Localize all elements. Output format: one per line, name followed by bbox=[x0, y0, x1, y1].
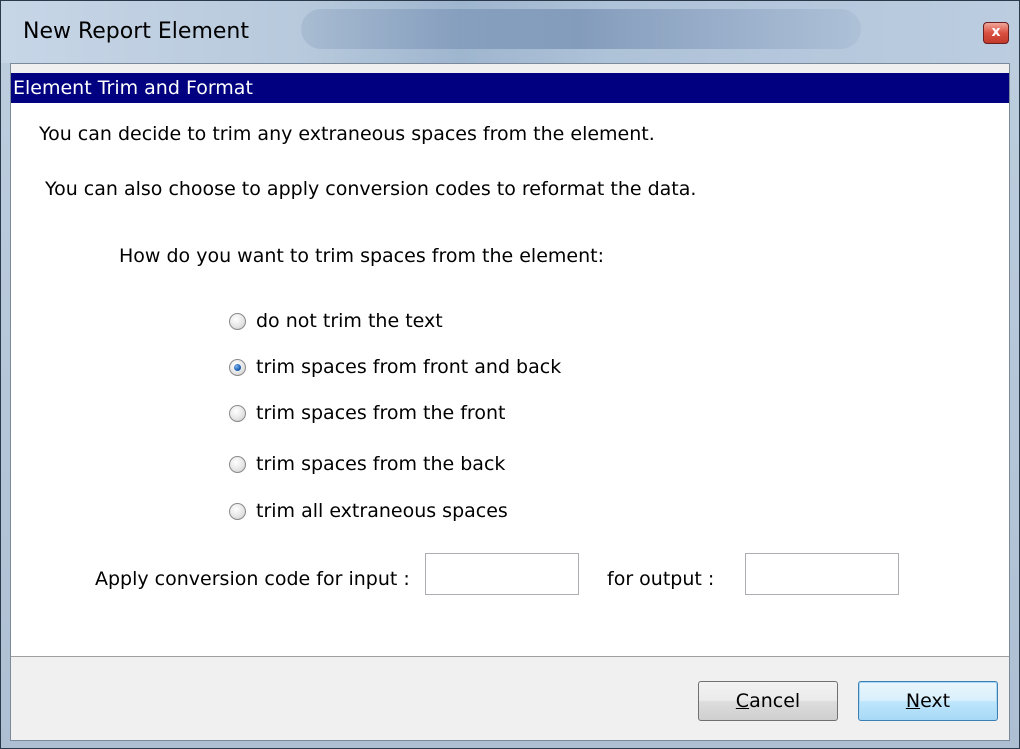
radio-option-trim-front-back[interactable]: trim spaces from front and back bbox=[229, 354, 561, 380]
radio-label: trim spaces from the back bbox=[256, 453, 506, 475]
trim-question: How do you want to trim spaces from the … bbox=[119, 245, 604, 267]
content-panel: You can decide to trim any extraneous sp… bbox=[11, 103, 1009, 657]
radio-option-no-trim[interactable]: do not trim the text bbox=[229, 308, 443, 334]
radio-option-trim-all[interactable]: trim all extraneous spaces bbox=[229, 498, 508, 524]
close-icon: x bbox=[991, 24, 1001, 40]
close-button[interactable]: x bbox=[983, 22, 1009, 44]
window-title: New Report Element bbox=[23, 19, 249, 44]
radio-option-trim-front[interactable]: trim spaces from the front bbox=[229, 400, 505, 426]
intro-text-conversion: You can also choose to apply conversion … bbox=[45, 178, 697, 200]
title-bar-background bbox=[301, 9, 861, 49]
radio-label: trim all extraneous spaces bbox=[256, 500, 508, 522]
radio-label: trim spaces from front and back bbox=[256, 356, 562, 378]
cancel-mnemonic: C bbox=[735, 690, 750, 712]
radio-button[interactable] bbox=[229, 404, 246, 422]
radio-button[interactable] bbox=[229, 455, 246, 473]
input-conversion-field[interactable] bbox=[425, 553, 579, 595]
title-bar[interactable]: New Report Element x bbox=[1, 1, 1019, 63]
dialog-window: New Report Element x Element Trim and Fo… bbox=[0, 0, 1020, 749]
next-button[interactable]: Next bbox=[858, 681, 998, 721]
radio-button-selected[interactable] bbox=[229, 358, 246, 376]
next-label: ext bbox=[920, 690, 951, 712]
next-mnemonic: N bbox=[905, 690, 921, 712]
radio-option-trim-back[interactable]: trim spaces from the back bbox=[229, 451, 505, 477]
output-conversion-field[interactable] bbox=[745, 553, 899, 595]
intro-text-trim: You can decide to trim any extraneous sp… bbox=[39, 123, 655, 145]
output-conversion-label: for output : bbox=[607, 568, 715, 590]
cancel-button[interactable]: Cancel bbox=[698, 681, 838, 721]
input-conversion-label: Apply conversion code for input : bbox=[95, 568, 410, 590]
radio-label: do not trim the text bbox=[256, 310, 443, 332]
section-header: Element Trim and Format bbox=[11, 73, 1009, 103]
cancel-label: ancel bbox=[749, 690, 801, 712]
radio-button[interactable] bbox=[229, 502, 246, 520]
radio-label: trim spaces from the front bbox=[256, 402, 506, 424]
radio-button[interactable] bbox=[229, 312, 246, 330]
